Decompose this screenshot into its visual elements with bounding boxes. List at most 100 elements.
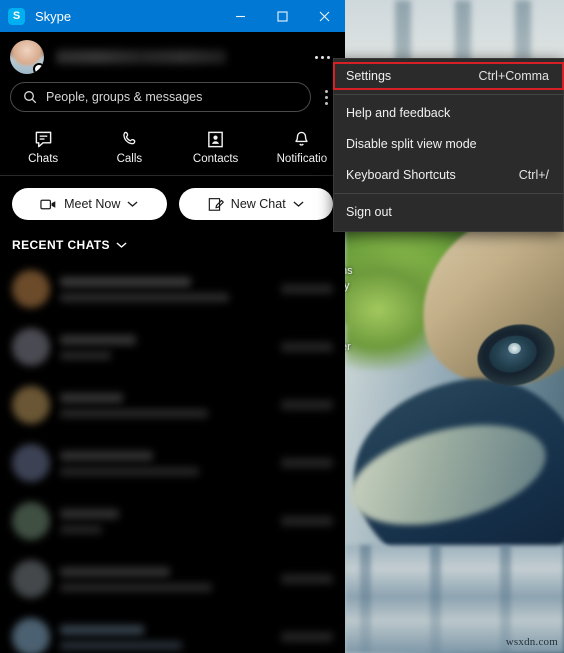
menu-item-keyboard-shortcuts[interactable]: Keyboard Shortcuts Ctrl+/ (334, 162, 563, 188)
list-item[interactable] (6, 260, 339, 318)
chat-avatar (12, 444, 50, 482)
compose-pencil-icon (208, 198, 224, 211)
menu-item-settings-label: Settings (346, 69, 392, 83)
chat-name-redacted (60, 508, 120, 519)
chat-timestamp-redacted (281, 632, 333, 642)
chat-avatar (12, 328, 50, 366)
chat-avatar (12, 270, 50, 308)
chat-preview-redacted (60, 582, 212, 592)
dot (320, 55, 324, 59)
chat-timestamp-redacted (281, 458, 333, 468)
new-chat-button[interactable]: New Chat (178, 188, 333, 220)
window-controls (219, 0, 345, 32)
chat-text (60, 276, 271, 302)
chat-timestamp-redacted (281, 284, 333, 294)
menu-item-settings-accelerator: Ctrl+Comma (478, 69, 550, 83)
chat-text (60, 624, 271, 650)
tab-contacts-label: Contacts (192, 153, 239, 165)
phone-icon (123, 131, 136, 145)
painting-water-streak (430, 545, 441, 653)
menu-item-sign-out-label: Sign out (346, 205, 392, 219)
chat-timestamp-redacted (281, 400, 333, 410)
skype-window: S Skype People, groups & messages Chats … (0, 0, 345, 653)
profile-context-menu[interactable]: Settings Ctrl+Comma Help and feedback Di… (333, 58, 564, 232)
list-item[interactable] (6, 550, 339, 608)
chat-text (60, 508, 271, 534)
chat-timestamp-redacted (281, 516, 333, 526)
profile-row (0, 32, 345, 82)
list-item[interactable] (6, 376, 339, 434)
chat-name-redacted (60, 392, 124, 403)
avatar[interactable] (10, 40, 44, 74)
menu-divider (334, 193, 563, 194)
menu-item-settings[interactable]: Settings Ctrl+Comma (333, 62, 564, 90)
menu-item-keyboard-shortcuts-accelerator: Ctrl+/ (518, 168, 549, 182)
presence-status-icon (33, 63, 44, 74)
tab-calls-label: Calls (116, 153, 143, 165)
dot (324, 95, 328, 99)
chat-name-redacted (60, 334, 136, 345)
chevron-down-icon (293, 201, 304, 207)
chat-bubble-icon (35, 131, 51, 148)
list-item[interactable] (6, 318, 339, 376)
chat-text (60, 392, 271, 418)
list-item[interactable] (6, 608, 339, 653)
chat-text (60, 334, 271, 360)
search-row: People, groups & messages (0, 82, 345, 120)
chat-avatar (12, 560, 50, 598)
chat-avatar (12, 618, 50, 653)
recent-chats-list[interactable] (0, 260, 345, 653)
chat-name-redacted (60, 450, 153, 461)
bell-icon (295, 131, 309, 146)
chat-text (60, 450, 271, 476)
list-item[interactable] (6, 492, 339, 550)
screenshot-root: ns ty er wsxdn.com S Skype People, group… (0, 0, 564, 653)
search-input[interactable]: People, groups & messages (10, 82, 311, 112)
skype-logo-icon: S (8, 7, 25, 25)
watermark: wsxdn.com (505, 636, 558, 648)
chat-name-redacted (60, 566, 170, 577)
chat-preview-redacted (60, 524, 103, 534)
maximize-button[interactable] (261, 0, 303, 32)
menu-item-sign-out[interactable]: Sign out (334, 199, 563, 225)
minimize-button[interactable] (219, 0, 261, 32)
recent-chats-label: RECENT CHATS (12, 238, 110, 252)
close-button[interactable] (303, 0, 345, 32)
video-camera-icon (40, 199, 56, 209)
painting-eye-glint (508, 343, 521, 354)
menu-divider (334, 94, 563, 95)
meet-now-label: Meet Now (64, 197, 121, 211)
chevron-down-icon (127, 201, 138, 207)
chevron-down-icon (116, 242, 127, 248)
chat-timestamp-redacted (281, 342, 333, 352)
chat-text (60, 566, 271, 592)
chat-avatar (12, 386, 50, 424)
tab-chats-label: Chats (28, 153, 59, 165)
tab-chats[interactable]: Chats (0, 120, 86, 175)
list-item[interactable] (6, 434, 339, 492)
chat-name-redacted (60, 624, 145, 635)
tab-contacts[interactable]: Contacts (173, 120, 259, 175)
dot (324, 101, 328, 105)
new-chat-label: New Chat (230, 197, 286, 211)
chat-timestamp-redacted (281, 574, 333, 584)
chat-preview-redacted (60, 292, 229, 302)
tab-calls[interactable]: Calls (86, 120, 172, 175)
recent-chats-header[interactable]: RECENT CHATS (0, 234, 345, 260)
nav-tabs: Chats Calls Contacts Notificatio (0, 120, 345, 176)
contact-card-icon (208, 131, 223, 148)
search-icon (24, 91, 37, 104)
title-bar: S Skype (0, 0, 345, 32)
search-placeholder: People, groups & messages (46, 90, 203, 104)
menu-item-help-and-feedback-label: Help and feedback (346, 106, 451, 120)
action-buttons-row: Meet Now New Chat (0, 176, 345, 234)
dot (324, 89, 328, 93)
window-title: Skype (35, 8, 72, 24)
more-options-button[interactable] (309, 44, 335, 70)
chat-name-redacted (60, 276, 191, 287)
profile-name-redacted (56, 50, 226, 64)
chat-avatar (12, 502, 50, 540)
meet-now-button[interactable]: Meet Now (12, 188, 167, 220)
menu-item-disable-split-view-mode[interactable]: Disable split view mode (334, 131, 563, 157)
menu-item-help-and-feedback[interactable]: Help and feedback (334, 100, 563, 126)
